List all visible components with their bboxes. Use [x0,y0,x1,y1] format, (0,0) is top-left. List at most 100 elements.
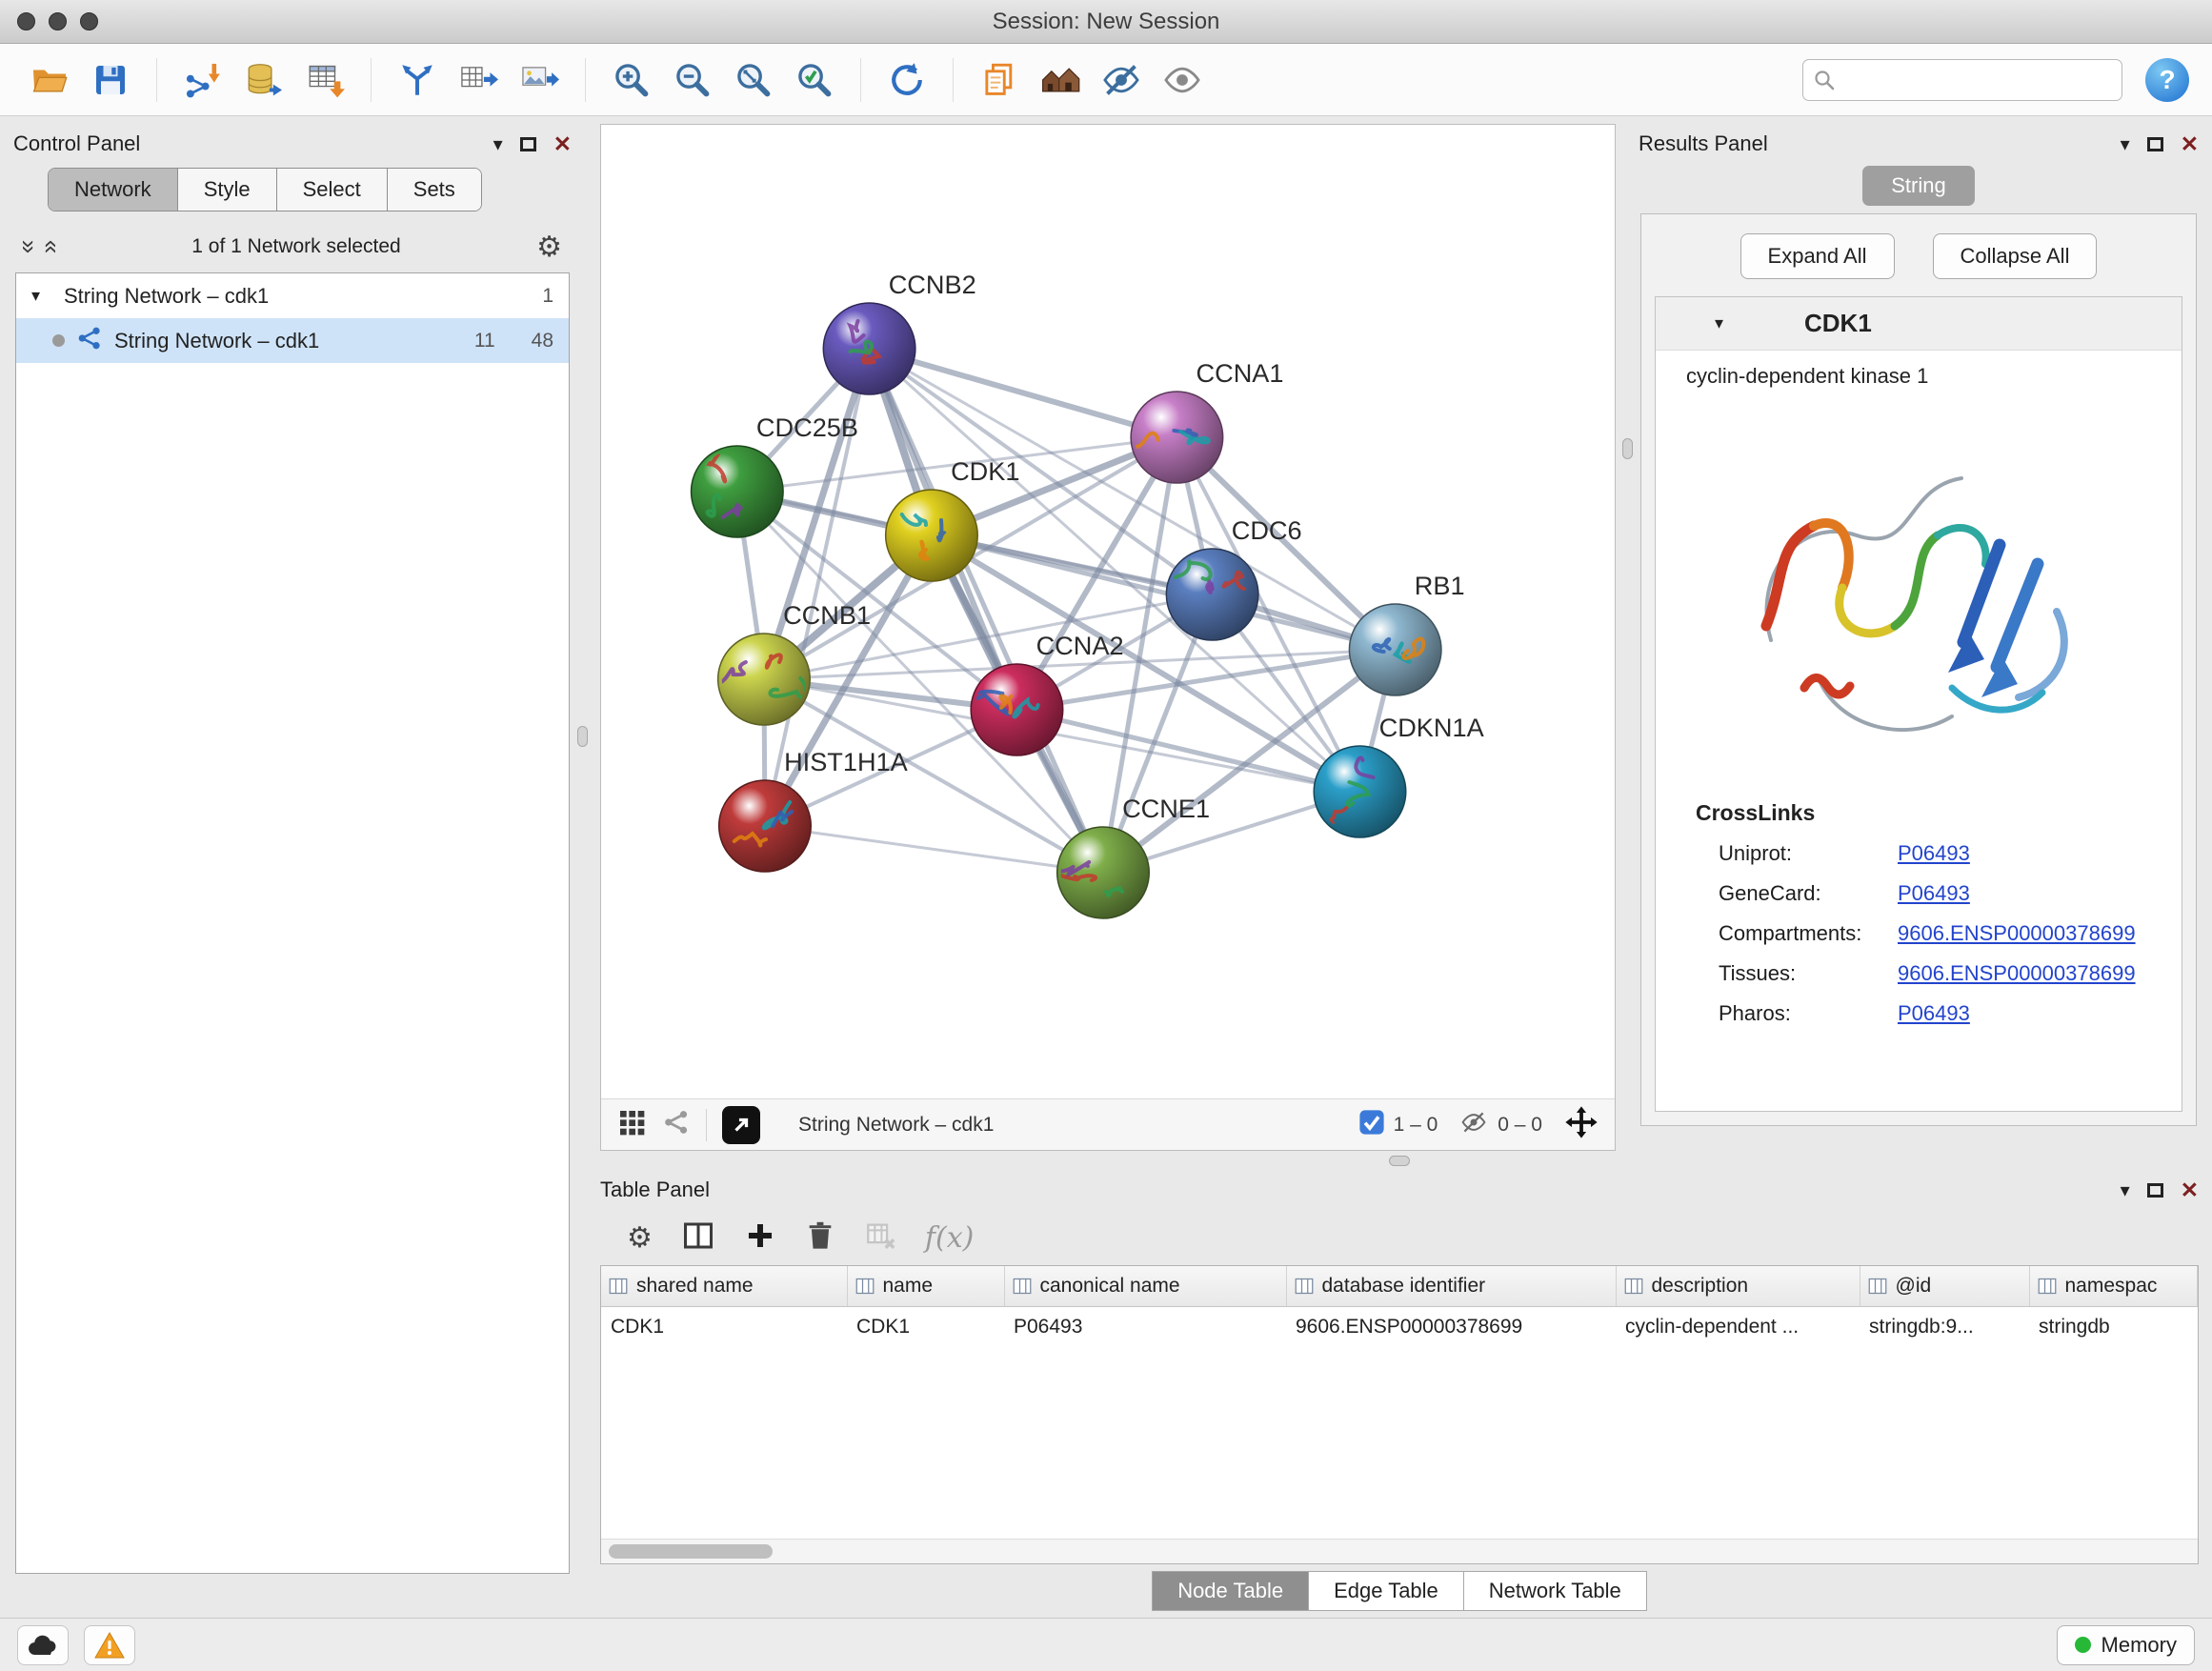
gene-symbol: CDK1 [1804,309,1872,338]
tab-edge-table[interactable]: Edge Table [1309,1571,1464,1611]
open-session-button[interactable] [23,53,76,107]
close-window-button[interactable] [17,12,35,30]
pan-move-icon[interactable] [1563,1104,1599,1145]
horizontal-scrollbar-thumb[interactable] [609,1544,773,1559]
gene-accordion-header[interactable]: ▾ CDK1 [1656,297,2182,351]
column-header[interactable]: description [1616,1266,1860,1306]
panel-menu-caret-icon[interactable]: ▾ [493,132,503,156]
column-header[interactable]: canonical name [1004,1266,1286,1306]
tab-network-table[interactable]: Network Table [1464,1571,1647,1611]
tab-sets[interactable]: Sets [388,169,481,211]
apply-layout-button[interactable] [880,53,934,107]
close-panel-icon[interactable]: ✕ [2181,131,2199,157]
network-from-selection-button[interactable] [391,53,444,107]
warning-icon [93,1631,126,1660]
warnings-button[interactable] [84,1625,135,1665]
float-panel-icon[interactable] [2147,137,2163,151]
close-panel-icon[interactable]: ✕ [2181,1178,2199,1203]
cloud-status-button[interactable] [17,1625,69,1665]
expand-all-networks-icon[interactable]: » [37,240,62,253]
tissues-link[interactable]: 9606.ENSP00000378699 [1898,961,2136,986]
export-image-button[interactable] [513,53,566,107]
column-header[interactable]: shared name [601,1266,847,1306]
results-splitter-handle[interactable] [1622,438,1633,459]
network-node-cdk1[interactable]: CDK1 [886,456,1020,581]
show-all-button[interactable] [1156,53,1209,107]
uniprot-link[interactable]: P06493 [1898,841,1970,866]
cell-description[interactable]: cyclin-dependent ... [1616,1306,1860,1347]
tab-network[interactable]: Network [49,169,178,211]
string-home-button[interactable] [1034,53,1087,107]
minimize-window-button[interactable] [49,12,67,30]
cell-id[interactable]: stringdb:9... [1860,1306,2029,1347]
zoom-out-button[interactable] [666,53,719,107]
column-header[interactable]: namespac [2029,1266,2198,1306]
cell-database-identifier[interactable]: 9606.ENSP00000378699 [1286,1306,1616,1347]
help-button[interactable]: ? [2145,58,2189,102]
cell-namespace[interactable]: stringdb [2029,1306,2198,1347]
import-table-file-button[interactable] [298,53,352,107]
network-collection-row[interactable]: ▾ String Network – cdk1 1 [16,273,569,318]
column-header[interactable]: name [847,1266,1004,1306]
network-edge[interactable] [765,826,1103,873]
network-edge[interactable] [932,535,1396,650]
network-edge[interactable] [870,349,1177,437]
network-row[interactable]: String Network – cdk1 11 48 [16,318,569,363]
add-column-icon[interactable] [744,1219,776,1257]
network-node-cdkn1a[interactable]: CDKN1A [1314,713,1483,837]
import-network-file-button[interactable] [176,53,230,107]
import-network-database-button[interactable] [237,53,291,107]
float-panel-icon[interactable] [520,137,536,151]
network-edge[interactable] [870,349,1103,873]
hide-selected-button[interactable] [1095,53,1148,107]
maximize-window-button[interactable] [80,12,98,30]
column-header[interactable]: @id [1860,1266,2029,1306]
show-columns-icon[interactable] [681,1218,715,1258]
column-header[interactable]: database identifier [1286,1266,1616,1306]
zoom-fit-button[interactable] [727,53,780,107]
network-options-gear-icon[interactable]: ⚙ [536,231,562,264]
pharos-link[interactable]: P06493 [1898,1001,1970,1026]
search-input[interactable] [1843,62,2112,98]
cell-shared-name[interactable]: CDK1 [601,1306,847,1347]
table-row[interactable]: CDK1 CDK1 P06493 9606.ENSP00000378699 cy… [601,1306,2198,1347]
export-network-button[interactable] [452,53,505,107]
selected-checkbox-icon[interactable] [1358,1109,1385,1140]
network-canvas[interactable]: CCNB2CCNA1CDC25BCDK1CDC6RB1CCNB1CCNA2CDK… [601,125,1615,1098]
table-settings-gear-icon[interactable]: ⚙ [627,1221,653,1255]
open-in-new-window-button[interactable] [722,1106,760,1144]
column-type-icon [609,1277,628,1296]
panel-menu-caret-icon[interactable]: ▾ [2121,132,2130,156]
compartments-link[interactable]: 9606.ENSP00000378699 [1898,921,2136,946]
cell-canonical-name[interactable]: P06493 [1004,1306,1286,1347]
network-share-icon[interactable] [662,1108,691,1141]
collapse-all-button[interactable]: Collapse All [1933,233,2098,279]
float-panel-icon[interactable] [2147,1183,2163,1198]
network-node-ccna1[interactable]: CCNA1 [1129,358,1284,483]
horizontal-scrollbar[interactable] [601,1539,2198,1563]
tab-string[interactable]: String [1862,166,1974,206]
table-splitter-handle[interactable] [1389,1156,1410,1166]
function-builder-button[interactable]: f(x) [925,1221,974,1255]
memory-button[interactable]: Memory [2057,1625,2195,1665]
hidden-eye-slash-icon[interactable] [1458,1109,1489,1140]
tab-select[interactable]: Select [277,169,388,211]
expand-all-button[interactable]: Expand All [1740,233,1895,279]
delete-column-icon[interactable] [805,1219,835,1257]
network-node-rb1[interactable]: RB1 [1349,571,1464,695]
panel-menu-caret-icon[interactable]: ▾ [2121,1178,2130,1202]
cell-name[interactable]: CDK1 [847,1306,1004,1347]
zoom-selected-button[interactable] [788,53,841,107]
tab-node-table[interactable]: Node Table [1152,1571,1309,1611]
tab-style[interactable]: Style [178,169,277,211]
duplicate-network-button[interactable] [973,53,1026,107]
network-node-hist1h1a[interactable]: HIST1H1A [719,747,908,872]
save-session-button[interactable] [84,53,137,107]
search-box[interactable] [1802,59,2122,101]
tree-caret-icon[interactable]: ▾ [31,286,52,306]
birds-eye-view-icon[interactable] [616,1107,647,1142]
close-panel-icon[interactable]: ✕ [553,131,572,157]
genecard-link[interactable]: P06493 [1898,881,1970,906]
zoom-in-button[interactable] [605,53,658,107]
left-splitter-handle[interactable] [577,726,588,747]
